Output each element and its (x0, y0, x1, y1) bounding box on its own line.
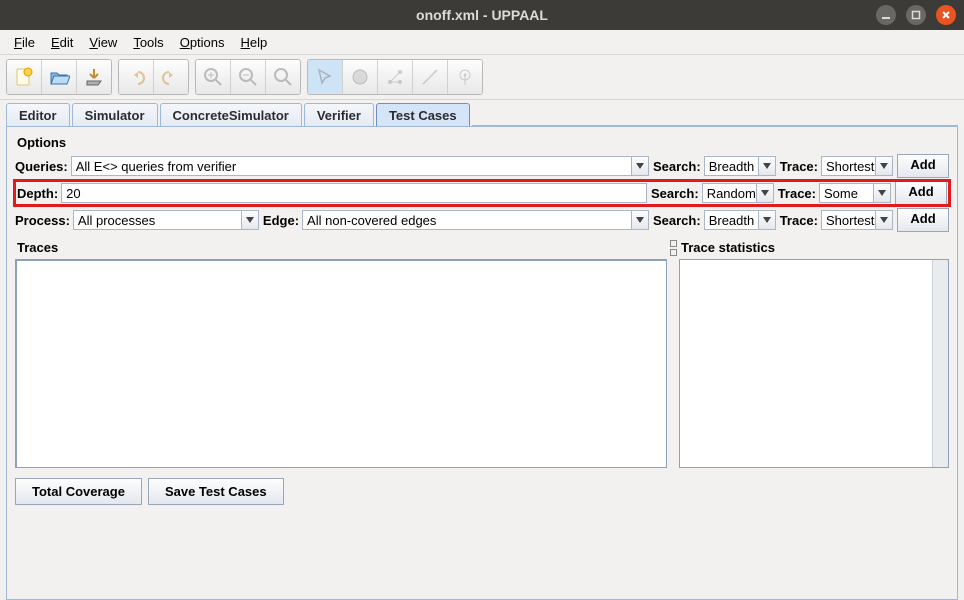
tab-concrete-simulator[interactable]: ConcreteSimulator (160, 103, 302, 126)
menu-options[interactable]: Options (172, 33, 233, 52)
toolbar (0, 55, 964, 100)
tab-verifier[interactable]: Verifier (304, 103, 374, 126)
minimize-button[interactable] (876, 5, 896, 25)
undo-icon[interactable] (119, 60, 154, 94)
search-label-3: Search: (653, 213, 701, 228)
maximize-button[interactable] (906, 5, 926, 25)
search-combo-1[interactable]: Breadth (704, 156, 776, 176)
bottom-buttons: Total Coverage Save Test Cases (15, 478, 949, 505)
search-combo-2[interactable]: Random (702, 183, 774, 203)
traces-panel: Traces (15, 238, 667, 468)
depth-row: Depth: 20 Search: Random Trace: Some Add (15, 181, 949, 205)
open-file-icon[interactable] (42, 60, 77, 94)
trace-label-1: Trace: (780, 159, 818, 174)
chevron-down-icon (758, 157, 775, 175)
zoom-in-icon[interactable] (196, 60, 231, 94)
edge-tool-icon[interactable] (413, 60, 448, 94)
chevron-down-icon (875, 211, 892, 229)
menu-bar: File Edit View Tools Options Help (0, 30, 964, 55)
window-title: onoff.xml - UPPAAL (416, 7, 548, 23)
main-tabbar: Editor Simulator ConcreteSimulator Verif… (0, 100, 964, 126)
test-cases-panel: Options Queries: All E<> queries from ve… (6, 126, 958, 600)
location-tool-icon[interactable] (343, 60, 378, 94)
close-button[interactable] (936, 5, 956, 25)
trace-label-2: Trace: (778, 186, 816, 201)
edge-combo[interactable]: All non-covered edges (302, 210, 649, 230)
save-test-cases-button[interactable]: Save Test Cases (148, 478, 284, 505)
menu-edit[interactable]: Edit (43, 33, 81, 52)
process-combo[interactable]: All processes (73, 210, 259, 230)
menu-help[interactable]: Help (233, 33, 276, 52)
process-row: Process: All processes Edge: All non-cov… (15, 208, 949, 232)
depth-label: Depth: (17, 186, 58, 201)
depth-field[interactable]: 20 (61, 183, 647, 203)
menu-tools[interactable]: Tools (125, 33, 171, 52)
save-file-icon[interactable] (77, 60, 111, 94)
traces-title: Traces (17, 240, 667, 255)
splitter[interactable] (669, 238, 677, 468)
window-titlebar: onoff.xml - UPPAAL (0, 0, 964, 30)
chevron-down-icon (631, 157, 648, 175)
edge-label: Edge: (263, 213, 299, 228)
total-coverage-button[interactable]: Total Coverage (15, 478, 142, 505)
vertical-scrollbar[interactable] (932, 260, 948, 467)
traces-list[interactable] (15, 259, 667, 468)
search-combo-3[interactable]: Breadth (704, 210, 776, 230)
chevron-down-icon (241, 211, 258, 229)
chevron-down-icon (631, 211, 648, 229)
tab-editor[interactable]: Editor (6, 103, 70, 126)
new-file-icon[interactable] (7, 60, 42, 94)
panels-container: Traces Trace statistics (15, 238, 949, 468)
nail-tool-icon[interactable] (448, 60, 482, 94)
menu-file[interactable]: File (6, 33, 43, 52)
search-label-2: Search: (651, 186, 699, 201)
redo-icon[interactable] (154, 60, 188, 94)
trace-stats-panel: Trace statistics (679, 238, 949, 468)
search-label-1: Search: (653, 159, 701, 174)
queries-label: Queries: (15, 159, 68, 174)
queries-row: Queries: All E<> queries from verifier S… (15, 154, 949, 178)
queries-combo[interactable]: All E<> queries from verifier (71, 156, 649, 176)
trace-label-3: Trace: (780, 213, 818, 228)
chevron-down-icon (875, 157, 892, 175)
options-title: Options (17, 135, 949, 150)
window-controls (876, 5, 956, 25)
trace-stats-title: Trace statistics (681, 240, 949, 255)
trace-combo-1[interactable]: Shortest (821, 156, 893, 176)
trace-combo-3[interactable]: Shortest (821, 210, 893, 230)
chevron-down-icon (873, 184, 890, 202)
add-button-2[interactable]: Add (895, 181, 947, 205)
chevron-down-icon (756, 184, 773, 202)
tab-test-cases[interactable]: Test Cases (376, 103, 470, 126)
trace-combo-2[interactable]: Some (819, 183, 891, 203)
add-button-3[interactable]: Add (897, 208, 949, 232)
add-button-1[interactable]: Add (897, 154, 949, 178)
zoom-out-icon[interactable] (231, 60, 266, 94)
branch-tool-icon[interactable] (378, 60, 413, 94)
menu-view[interactable]: View (81, 33, 125, 52)
zoom-fit-icon[interactable] (266, 60, 300, 94)
process-label: Process: (15, 213, 70, 228)
tab-simulator[interactable]: Simulator (72, 103, 158, 126)
select-tool-icon[interactable] (308, 60, 343, 94)
chevron-down-icon (758, 211, 775, 229)
trace-stats-body[interactable] (679, 259, 949, 468)
